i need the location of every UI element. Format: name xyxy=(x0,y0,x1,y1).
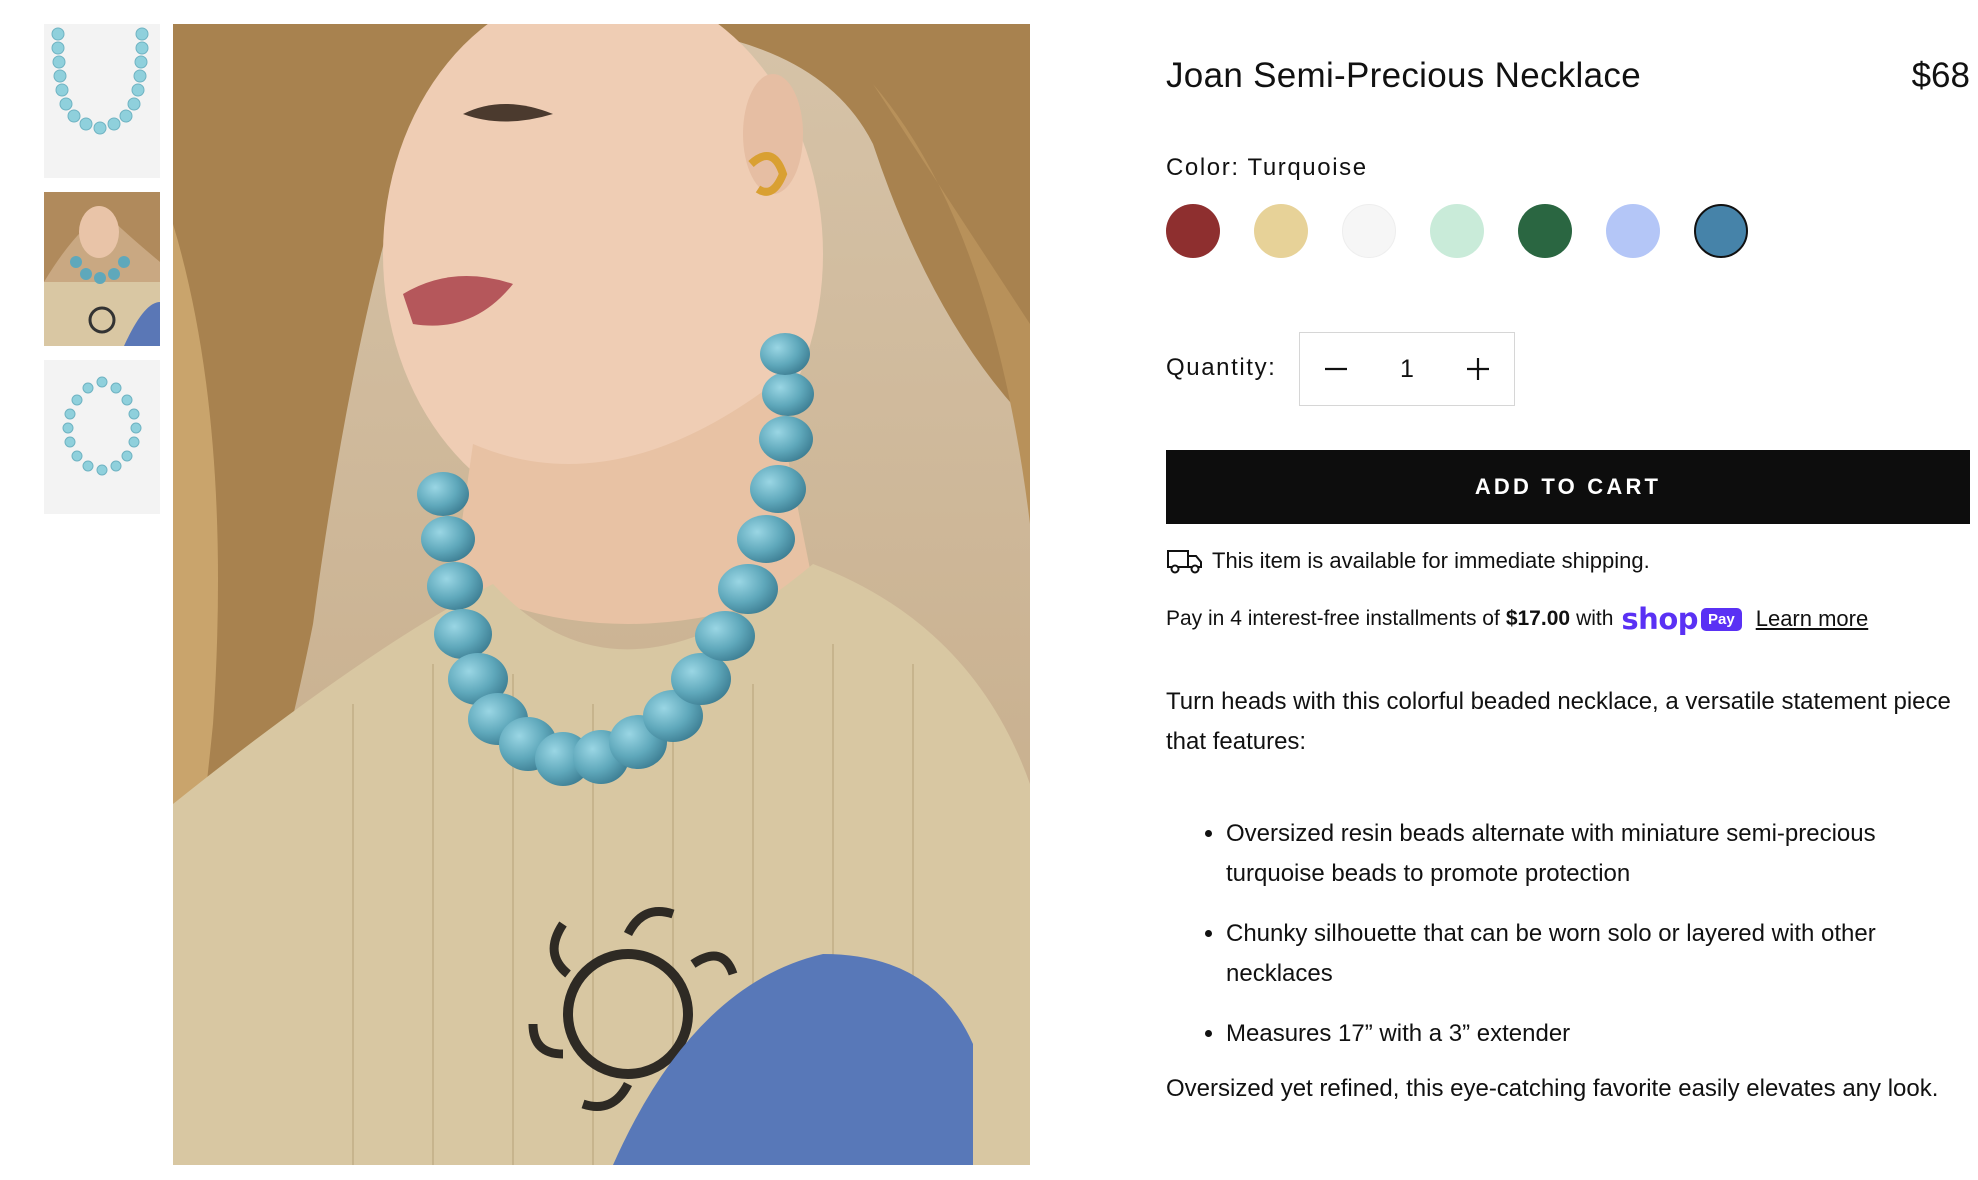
shop-pay-badge: Pay xyxy=(1701,607,1742,631)
installment-amount: $17.00 xyxy=(1505,607,1571,630)
feature-item: Measures 17” with a 3” extender xyxy=(1226,1014,1970,1054)
color-swatch-green[interactable] xyxy=(1518,204,1572,258)
increase-quantity-button[interactable] xyxy=(1442,333,1514,405)
minus-icon xyxy=(1325,367,1347,371)
feature-item: Oversized resin beads alternate with min… xyxy=(1226,814,1970,894)
shop-pay-word: shop xyxy=(1621,602,1699,636)
learn-more-link[interactable]: Learn more xyxy=(1756,606,1869,632)
feature-list: Oversized resin beads alternate with min… xyxy=(1166,814,1970,1074)
color-swatches xyxy=(1166,204,1748,260)
quantity-stepper xyxy=(1299,332,1515,406)
product-price: $68 xyxy=(1911,56,1970,95)
add-to-cart-button[interactable]: ADD TO CART xyxy=(1166,450,1970,524)
shipping-text: This item is available for immediate shi… xyxy=(1212,548,1650,573)
main-product-image[interactable] xyxy=(173,24,1030,1165)
description-closing: Oversized yet refined, this eye-catching… xyxy=(1166,1075,1939,1102)
color-label: Color: Turquoise xyxy=(1166,154,1368,181)
quantity-label: Quantity: xyxy=(1166,354,1277,381)
description-intro: Turn heads with this colorful beaded nec… xyxy=(1166,688,1951,755)
color-swatch-white[interactable] xyxy=(1342,204,1396,258)
shipping-notice: This item is available for immediate shi… xyxy=(1166,545,1650,577)
color-swatch-periwinkle[interactable] xyxy=(1606,204,1660,258)
color-swatch-turquoise[interactable] xyxy=(1694,204,1748,258)
shop-pay-logo: shop Pay xyxy=(1621,602,1742,636)
thumbnail-necklace-hanging[interactable] xyxy=(44,24,160,178)
quantity-input[interactable] xyxy=(1372,333,1442,405)
decrease-quantity-button[interactable] xyxy=(1300,333,1372,405)
truck-icon xyxy=(1167,550,1202,574)
feature-item: Chunky silhouette that can be worn solo … xyxy=(1226,914,1970,994)
thumbnail-list xyxy=(44,24,160,528)
installments-prefix: Pay in 4 interest-free installments of xyxy=(1166,607,1500,630)
color-swatch-sand[interactable] xyxy=(1254,204,1308,258)
installments-with: with xyxy=(1576,607,1614,630)
title-row: Joan Semi-Precious Necklace $68 xyxy=(1166,56,1970,106)
color-swatch-red[interactable] xyxy=(1166,204,1220,258)
installments-banner: Pay in 4 interest-free installments of $… xyxy=(1166,602,1868,636)
product-title: Joan Semi-Precious Necklace xyxy=(1166,56,1641,95)
thumbnail-model-wearing[interactable] xyxy=(44,192,160,346)
thumbnail-necklace-flat[interactable] xyxy=(44,360,160,514)
plus-icon xyxy=(1467,358,1489,380)
color-swatch-mint[interactable] xyxy=(1430,204,1484,258)
